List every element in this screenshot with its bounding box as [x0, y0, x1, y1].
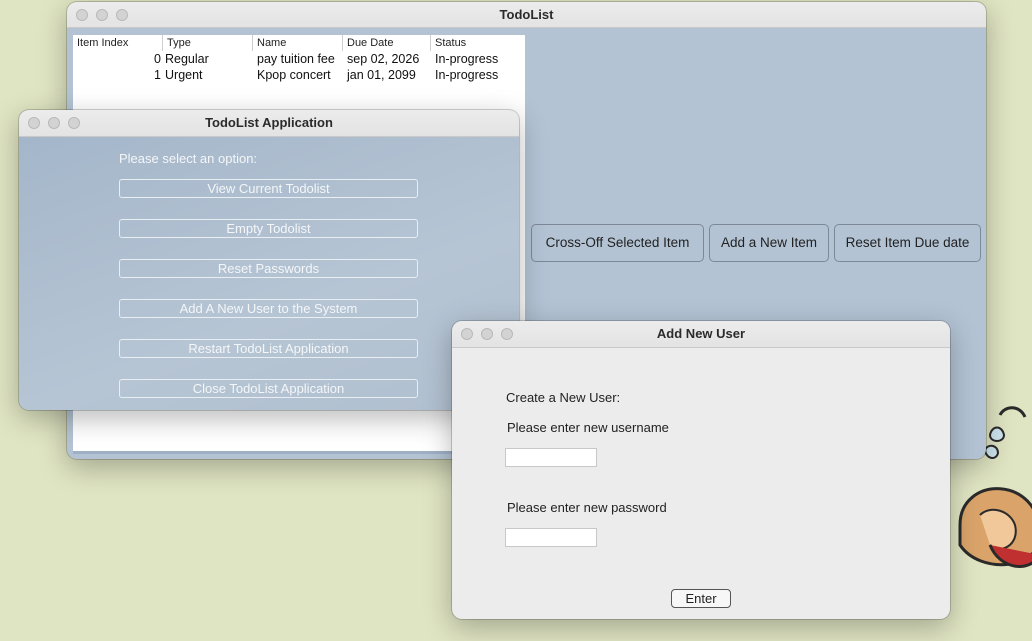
cell-index: 0: [154, 52, 161, 66]
table-row[interactable]: 0 Regular pay tuition fee sep 02, 2026 I…: [73, 51, 525, 67]
password-label: Please enter new password: [507, 500, 667, 515]
cell-status: In-progress: [435, 52, 499, 66]
view-current-todolist-button[interactable]: View Current Todolist: [119, 179, 418, 198]
close-application-button[interactable]: Close TodoList Application: [119, 379, 418, 398]
cell-due-date: jan 01, 2099: [347, 68, 416, 82]
application-menu-panel: Please select an option: View Current To…: [19, 137, 519, 410]
reset-passwords-button[interactable]: Reset Passwords: [119, 259, 418, 278]
todolist-application-window: TodoList Application Please select an op…: [19, 110, 519, 410]
cell-type: Regular: [165, 52, 209, 66]
column-header-type[interactable]: Type: [163, 35, 253, 51]
empty-todolist-button[interactable]: Empty Todolist: [119, 219, 418, 238]
add-new-user-button[interactable]: Add A New User to the System: [119, 299, 418, 318]
select-option-prompt: Please select an option:: [119, 151, 258, 166]
application-titlebar[interactable]: TodoList Application: [19, 110, 519, 137]
window-title: TodoList: [499, 7, 554, 22]
add-new-item-button[interactable]: Add a New Item: [709, 224, 829, 262]
enter-button[interactable]: Enter: [671, 589, 731, 608]
create-user-heading: Create a New User:: [506, 390, 621, 405]
column-header-status[interactable]: Status: [431, 35, 525, 51]
add-user-titlebar[interactable]: Add New User: [452, 321, 950, 348]
column-header-name[interactable]: Name: [253, 35, 343, 51]
cell-due-date: sep 02, 2026: [347, 52, 420, 66]
restart-application-button[interactable]: Restart TodoList Application: [119, 339, 418, 358]
add-new-user-window: Add New User Create a New User: Please e…: [452, 321, 950, 619]
cross-off-selected-item-button[interactable]: Cross-Off Selected Item: [531, 224, 704, 262]
password-input[interactable]: [505, 528, 597, 547]
todolist-titlebar[interactable]: TodoList: [67, 2, 986, 28]
table-row[interactable]: 1 Urgent Kpop concert jan 01, 2099 In-pr…: [73, 67, 525, 83]
column-header-index[interactable]: Item Index: [73, 35, 163, 51]
window-title: Add New User: [656, 326, 746, 341]
cell-name: Kpop concert: [257, 68, 331, 82]
username-label: Please enter new username: [507, 420, 669, 435]
cell-index: 1: [154, 68, 161, 82]
cell-name: pay tuition fee: [257, 52, 335, 66]
cell-type: Urgent: [165, 68, 203, 82]
cell-status: In-progress: [435, 68, 499, 82]
username-input[interactable]: [505, 448, 597, 467]
column-header-due-date[interactable]: Due Date: [343, 35, 431, 51]
window-title: TodoList Application: [205, 115, 333, 130]
table-header: Item Index Type Name Due Date Status: [73, 35, 525, 51]
reset-item-due-date-button[interactable]: Reset Item Due date: [834, 224, 981, 262]
